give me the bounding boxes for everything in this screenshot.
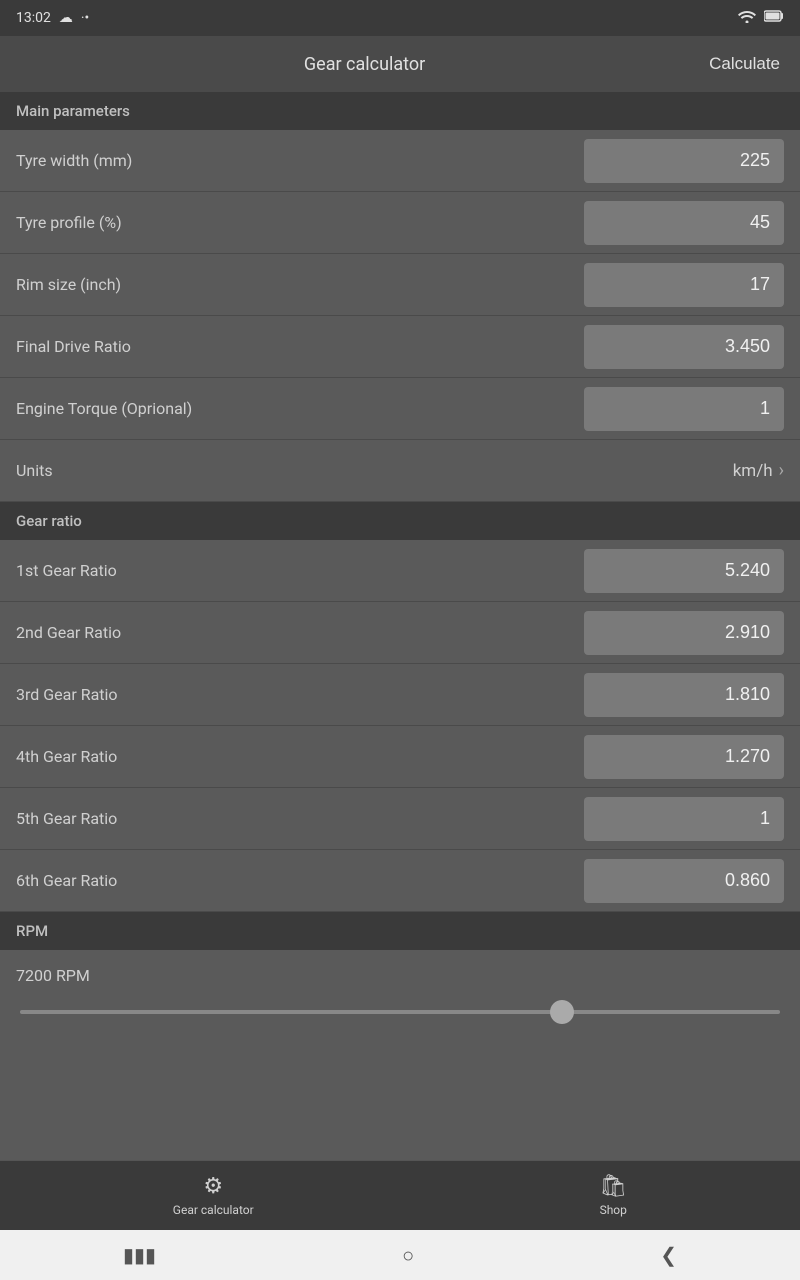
param-row-final-drive-ratio: Final Drive Ratio [0, 316, 800, 378]
input-gear-1[interactable] [584, 549, 784, 593]
input-tyre-profile[interactable] [584, 201, 784, 245]
home-button[interactable]: ○ [402, 1243, 414, 1268]
nav-item-gear-calculator[interactable]: ⚙ Gear calculator [173, 1174, 254, 1217]
cloud-icon: ☁ [59, 10, 73, 26]
label-gear-5: 5th Gear Ratio [16, 809, 584, 828]
wifi-icon [738, 9, 756, 27]
gear-icon: ⚙ [203, 1174, 223, 1199]
label-gear-6: 6th Gear Ratio [16, 871, 584, 890]
label-tyre-width: Tyre width (mm) [16, 151, 584, 170]
rpm-section: 7200 RPM [0, 950, 800, 1030]
param-row-gear-5: 5th Gear Ratio [0, 788, 800, 850]
nav-label-shop: Shop [600, 1203, 627, 1217]
bottom-nav: ⚙ Gear calculator 🛍 Shop [0, 1160, 800, 1230]
label-tyre-profile: Tyre profile (%) [16, 213, 584, 232]
input-engine-torque[interactable] [584, 387, 784, 431]
input-gear-6[interactable] [584, 859, 784, 903]
param-row-gear-1: 1st Gear Ratio [0, 540, 800, 602]
label-gear-3: 3rd Gear Ratio [16, 685, 584, 704]
units-value: km/h [733, 461, 773, 481]
calculate-button[interactable]: Calculate [709, 54, 780, 74]
param-row-units[interactable]: Units km/h › [0, 440, 800, 502]
section-header-gear-ratio: Gear ratio [0, 502, 800, 540]
status-bar: 13:02 ☁ ·• [0, 0, 800, 36]
label-gear-4: 4th Gear Ratio [16, 747, 584, 766]
param-row-engine-torque: Engine Torque (Oprional) [0, 378, 800, 440]
section-header-main-params: Main parameters [0, 92, 800, 130]
weather-icon: ·• [81, 10, 89, 26]
rpm-slider[interactable] [20, 1010, 780, 1014]
rpm-slider-container [16, 999, 784, 1018]
param-row-gear-6: 6th Gear Ratio [0, 850, 800, 912]
units-selector[interactable]: km/h › [733, 460, 784, 481]
nav-item-shop[interactable]: 🛍 Shop [599, 1174, 627, 1217]
param-row-gear-4: 4th Gear Ratio [0, 726, 800, 788]
status-time: 13:02 [16, 10, 51, 26]
app-title: Gear calculator [304, 54, 425, 75]
param-row-gear-2: 2nd Gear Ratio [0, 602, 800, 664]
param-row-rim-size: Rim size (inch) [0, 254, 800, 316]
param-row-gear-3: 3rd Gear Ratio [0, 664, 800, 726]
recent-apps-button[interactable]: ▮▮▮ [123, 1243, 156, 1267]
input-gear-4[interactable] [584, 735, 784, 779]
input-rim-size[interactable] [584, 263, 784, 307]
label-gear-1: 1st Gear Ratio [16, 561, 584, 580]
input-gear-2[interactable] [584, 611, 784, 655]
input-final-drive-ratio[interactable] [584, 325, 784, 369]
label-gear-2: 2nd Gear Ratio [16, 623, 584, 642]
rpm-value: 7200 RPM [16, 966, 784, 985]
label-engine-torque: Engine Torque (Oprional) [16, 399, 584, 418]
status-left: 13:02 ☁ ·• [16, 10, 89, 26]
main-content: Main parameters Tyre width (mm) Tyre pro… [0, 92, 800, 1160]
input-gear-3[interactable] [584, 673, 784, 717]
param-row-tyre-width: Tyre width (mm) [0, 130, 800, 192]
chevron-right-icon: › [779, 460, 784, 481]
label-rim-size: Rim size (inch) [16, 275, 584, 294]
top-bar: Gear calculator Calculate [0, 36, 800, 92]
label-final-drive-ratio: Final Drive Ratio [16, 337, 584, 356]
android-nav-bar: ▮▮▮ ○ ❮ [0, 1230, 800, 1280]
label-units: Units [16, 461, 733, 480]
shop-icon: 🛍 [599, 1174, 627, 1199]
status-right [738, 9, 784, 27]
nav-label-gear-calculator: Gear calculator [173, 1203, 254, 1217]
battery-icon [764, 10, 784, 26]
input-tyre-width[interactable] [584, 139, 784, 183]
back-button[interactable]: ❮ [660, 1243, 677, 1267]
input-gear-5[interactable] [584, 797, 784, 841]
section-header-rpm: RPM [0, 912, 800, 950]
param-row-tyre-profile: Tyre profile (%) [0, 192, 800, 254]
